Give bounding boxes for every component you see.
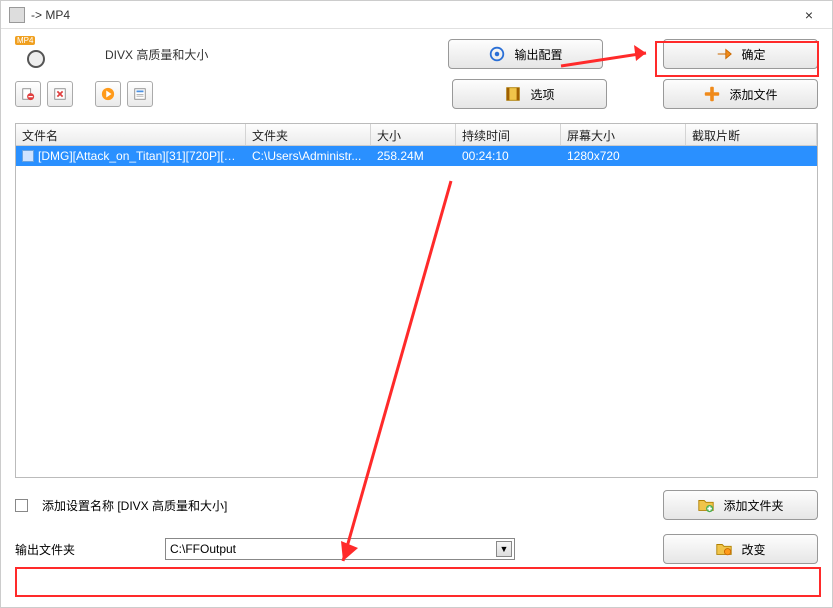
cell-clip	[686, 154, 817, 158]
preset-label: DIVX 高质量和大小	[105, 46, 208, 63]
add-file-label: 添加文件	[729, 86, 777, 103]
folder-open-icon	[715, 540, 733, 558]
toolbar-row2: 选项 添加文件	[1, 79, 832, 119]
add-file-button[interactable]: 添加文件	[663, 79, 818, 109]
append-preset-label: 添加设置名称 [DIVX 高质量和大小]	[42, 497, 227, 514]
film-icon	[504, 85, 522, 103]
change-label: 改变	[741, 541, 765, 558]
play-button[interactable]	[95, 81, 121, 107]
col-screen[interactable]: 屏幕大小	[561, 124, 686, 145]
col-clip[interactable]: 截取片断	[686, 124, 817, 145]
gear-icon	[488, 45, 506, 63]
cell-screen: 1280x720	[561, 147, 686, 165]
bottom-row2: 输出文件夹 C:\FFOutput ▼ 改变	[1, 528, 832, 570]
output-folder-label: 输出文件夹	[15, 541, 155, 558]
info-button[interactable]	[127, 81, 153, 107]
options-label: 选项	[530, 86, 554, 103]
add-folder-button[interactable]: 添加文件夹	[663, 490, 818, 520]
col-size[interactable]: 大小	[371, 124, 456, 145]
col-folder[interactable]: 文件夹	[246, 124, 371, 145]
cell-folder: C:\Users\Administr...	[246, 147, 371, 165]
close-button[interactable]: ×	[794, 7, 824, 23]
clear-button[interactable]	[47, 81, 73, 107]
table-header: 文件名 文件夹 大小 持续时间 屏幕大小 截取片断	[16, 124, 817, 146]
window-title: -> MP4	[31, 8, 794, 22]
col-duration[interactable]: 持续时间	[456, 124, 561, 145]
remove-button[interactable]	[15, 81, 41, 107]
app-icon	[9, 7, 25, 23]
cell-filename: [DMG][Attack_on_Titan][31][720P][GB].mp4	[38, 149, 246, 163]
ok-label: 确定	[741, 46, 765, 63]
annotation-box	[15, 567, 821, 597]
output-config-button[interactable]: 输出配置	[448, 39, 603, 69]
titlebar: -> MP4 ×	[1, 1, 832, 29]
folder-plus-icon	[697, 496, 715, 514]
chevron-down-icon: ▼	[496, 541, 512, 557]
file-table: 文件名 文件夹 大小 持续时间 屏幕大小 截取片断 [DMG][Attack_o…	[15, 123, 818, 478]
file-icon	[22, 150, 34, 162]
table-row[interactable]: [DMG][Attack_on_Titan][31][720P][GB].mp4…	[16, 146, 817, 166]
output-folder-value: C:\FFOutput	[170, 542, 236, 556]
arrow-right-icon	[715, 45, 733, 63]
cell-duration: 00:24:10	[456, 147, 561, 165]
add-folder-label: 添加文件夹	[723, 497, 783, 514]
output-config-label: 输出配置	[514, 46, 562, 63]
cell-size: 258.24M	[371, 147, 456, 165]
plus-icon	[703, 85, 721, 103]
col-filename[interactable]: 文件名	[16, 124, 246, 145]
change-button[interactable]: 改变	[663, 534, 818, 564]
options-button[interactable]: 选项	[452, 79, 607, 109]
bottom-row1: 添加设置名称 [DIVX 高质量和大小] 添加文件夹	[1, 482, 832, 528]
format-icon: MP4	[15, 40, 45, 68]
toolbar-row1: MP4 DIVX 高质量和大小 输出配置 确定	[1, 29, 832, 79]
output-folder-combo[interactable]: C:\FFOutput ▼	[165, 538, 515, 560]
ok-button[interactable]: 确定	[663, 39, 818, 69]
append-preset-checkbox[interactable]	[15, 499, 28, 512]
